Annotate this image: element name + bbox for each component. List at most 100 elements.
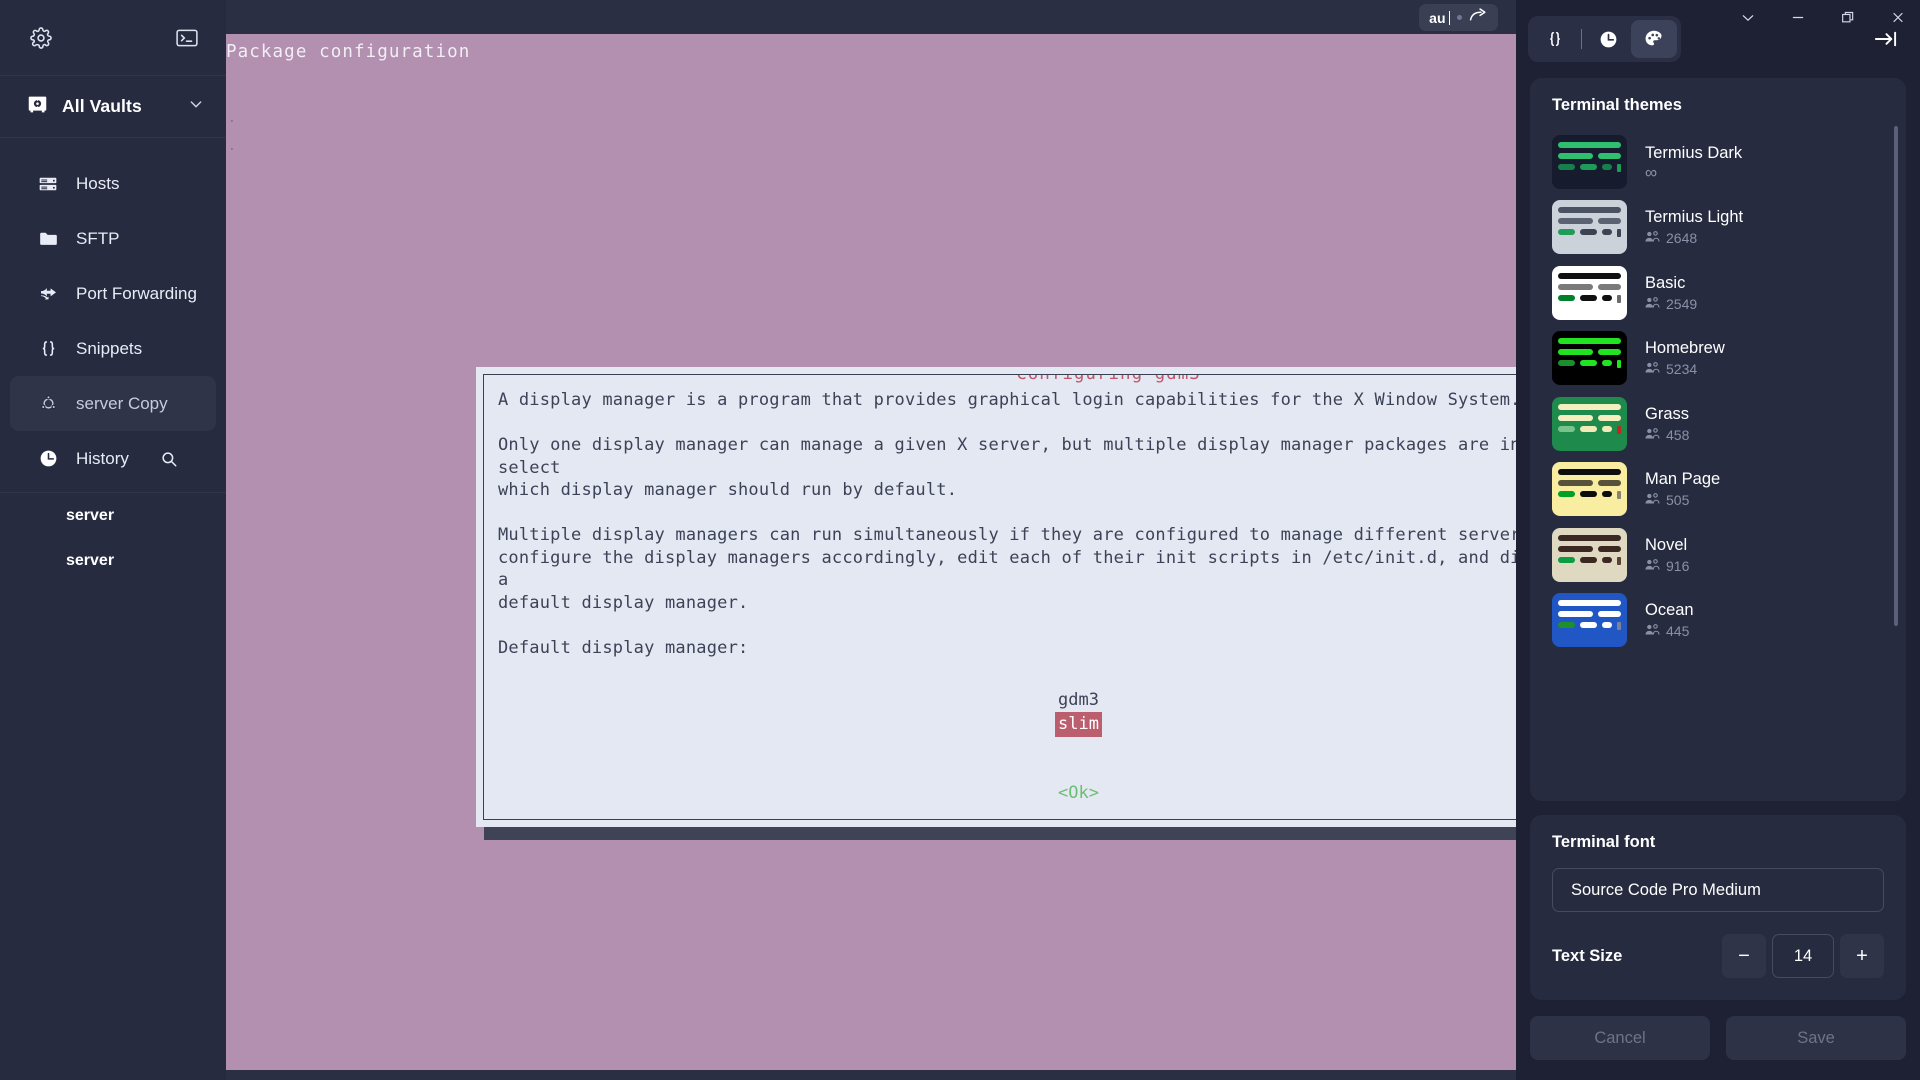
- sidebar-item-label: Port Forwarding: [76, 283, 197, 303]
- terminal-themes-card: Terminal themes Termius Dark ∞ Termius Lig…: [1530, 78, 1906, 801]
- theme-list[interactable]: Termius Dark ∞ Termius Light 2648 Basic 2549 H…: [1530, 129, 1906, 653]
- restore-icon[interactable]: [1840, 9, 1856, 25]
- sidebar-item-label: server Copy: [76, 393, 168, 413]
- theme-usage-count: 5234: [1645, 361, 1725, 377]
- people-icon: [1645, 230, 1660, 246]
- toolbar-divider: [1581, 29, 1582, 49]
- choice-gdm3[interactable]: gdm3: [1058, 689, 1099, 712]
- theme-usage-count: 445: [1645, 623, 1694, 639]
- theme-usage-count: 505: [1645, 492, 1720, 508]
- theme-meta: Homebrew 5234: [1645, 339, 1725, 377]
- vault-label: All Vaults: [62, 96, 142, 116]
- theme-list-item[interactable]: Basic 2549: [1552, 260, 1906, 326]
- gear-icon[interactable]: [30, 26, 52, 49]
- theme-usage-count: ∞: [1645, 164, 1742, 181]
- decrease-text-size-button[interactable]: −: [1722, 934, 1766, 978]
- sidebar-item-label: Snippets: [76, 338, 143, 358]
- history-entry-label: server: [66, 506, 115, 524]
- theme-usage-count: 916: [1645, 558, 1689, 574]
- arrow-fork-icon: [37, 284, 59, 304]
- dialog-actions: <Ok>: [498, 783, 1516, 803]
- sidebar-item-sftp[interactable]: SFTP: [10, 211, 216, 266]
- braces-icon: [37, 338, 59, 359]
- terminal-themes-title: Terminal themes: [1552, 96, 1682, 114]
- ai-command-input[interactable]: au: [1419, 4, 1498, 31]
- theme-usage-value: 2549: [1666, 295, 1698, 312]
- sidebar-item-server-copy[interactable]: server Copy: [10, 376, 216, 431]
- minimize-icon[interactable]: [1790, 9, 1806, 25]
- theme-preview-swatch: [1552, 593, 1627, 648]
- chevron-down-icon[interactable]: [188, 96, 204, 117]
- sidebar-nav: Hosts SFTP Port Forwarding Snippets serv…: [0, 138, 226, 583]
- theme-meta: Termius Dark ∞: [1645, 144, 1743, 181]
- save-button[interactable]: Save: [1726, 1016, 1906, 1060]
- theme-preview-swatch: [1552, 331, 1627, 386]
- send-arrow-icon[interactable]: [1469, 7, 1488, 28]
- sidebar-item-label: History: [76, 448, 129, 468]
- theme-preview-swatch: [1552, 527, 1627, 582]
- chevron-down-icon[interactable]: [1740, 9, 1756, 25]
- font-family-value: Source Code Pro Medium: [1571, 880, 1761, 899]
- theme-meta: Ocean 445: [1645, 601, 1694, 639]
- main-terminal-area: au Package configuration . . Configuring…: [226, 0, 1516, 1080]
- theme-preview-swatch: [1552, 134, 1627, 189]
- list-item[interactable]: server: [0, 538, 226, 583]
- left-sidebar: All Vaults Hosts SFTP Port Forwarding Sn…: [0, 0, 226, 1080]
- list-item[interactable]: server: [0, 493, 226, 538]
- text-size-value[interactable]: 14: [1772, 934, 1834, 978]
- theme-usage-count: 2549: [1645, 296, 1697, 312]
- theme-list-item[interactable]: Termius Light 2648: [1552, 195, 1906, 261]
- theme-usage-value: 505: [1666, 492, 1690, 509]
- dialog-inner-frame: Configuring gdm3 A display manager is a …: [483, 374, 1516, 820]
- theme-list-item[interactable]: Grass 458: [1552, 391, 1906, 457]
- people-icon: [1645, 361, 1660, 377]
- terminal-screen[interactable]: Package configuration . . Configuring gd…: [226, 34, 1516, 1070]
- theme-list-item[interactable]: Ocean 445: [1552, 588, 1906, 654]
- theme-usage-value: 5234: [1666, 361, 1698, 378]
- right-panel: Terminal themes Termius Dark ∞ Termius Lig…: [1516, 0, 1920, 1080]
- ok-button[interactable]: <Ok>: [1058, 783, 1099, 803]
- terminal-icon[interactable]: [176, 29, 198, 47]
- window-controls: [1740, 0, 1906, 34]
- close-icon[interactable]: [1890, 9, 1906, 25]
- theme-meta: Man Page 505: [1645, 470, 1720, 508]
- status-dot: [1457, 15, 1462, 20]
- cancel-button[interactable]: Cancel: [1530, 1016, 1710, 1060]
- theme-name: Grass: [1645, 404, 1690, 423]
- theme-meta: Novel 916: [1645, 536, 1689, 574]
- theme-meta: Basic 2549: [1645, 274, 1697, 312]
- theme-meta: Termius Light 2648: [1645, 208, 1743, 246]
- theme-name: Novel: [1645, 535, 1688, 554]
- search-icon[interactable]: [160, 450, 178, 468]
- theme-list-item[interactable]: Termius Dark ∞: [1552, 129, 1906, 195]
- theme-name: Homebrew: [1645, 339, 1725, 358]
- people-icon: [1645, 492, 1660, 508]
- theme-list-item[interactable]: Homebrew 5234: [1552, 326, 1906, 392]
- terminal-font-card: Terminal font Source Code Pro Medium Tex…: [1530, 815, 1906, 1000]
- text-size-label: Text Size: [1552, 946, 1623, 965]
- snippets-icon[interactable]: [1532, 20, 1578, 58]
- history-clock-icon[interactable]: [1585, 20, 1631, 58]
- sidebar-item-port-forwarding[interactable]: Port Forwarding: [10, 266, 216, 321]
- sidebar-item-history[interactable]: History: [10, 431, 216, 486]
- people-icon: [1645, 558, 1660, 574]
- theme-usage-count: 458: [1645, 427, 1689, 443]
- theme-list-item[interactable]: Novel 916: [1552, 522, 1906, 588]
- theme-list-scrollbar[interactable]: [1894, 126, 1898, 626]
- sidebar-item-hosts[interactable]: Hosts: [10, 156, 216, 211]
- palette-icon[interactable]: [1631, 20, 1677, 58]
- theme-name: Termius Dark: [1645, 144, 1743, 163]
- text-caret: [1448, 10, 1450, 25]
- dialog-title: Configuring gdm3: [1008, 375, 1209, 384]
- people-icon: [1645, 296, 1660, 312]
- increase-text-size-button[interactable]: +: [1840, 934, 1884, 978]
- font-family-input[interactable]: Source Code Pro Medium: [1552, 868, 1884, 912]
- choice-slim[interactable]: slim: [1055, 712, 1102, 737]
- sidebar-item-label: Hosts: [76, 173, 120, 193]
- vault-selector[interactable]: All Vaults: [0, 76, 226, 138]
- sidebar-item-snippets[interactable]: Snippets: [10, 321, 216, 376]
- folder-icon: [37, 229, 59, 249]
- theme-list-item[interactable]: Man Page 505: [1552, 457, 1906, 523]
- sidebar-item-label: SFTP: [76, 228, 120, 248]
- history-entry-label: server: [66, 551, 115, 569]
